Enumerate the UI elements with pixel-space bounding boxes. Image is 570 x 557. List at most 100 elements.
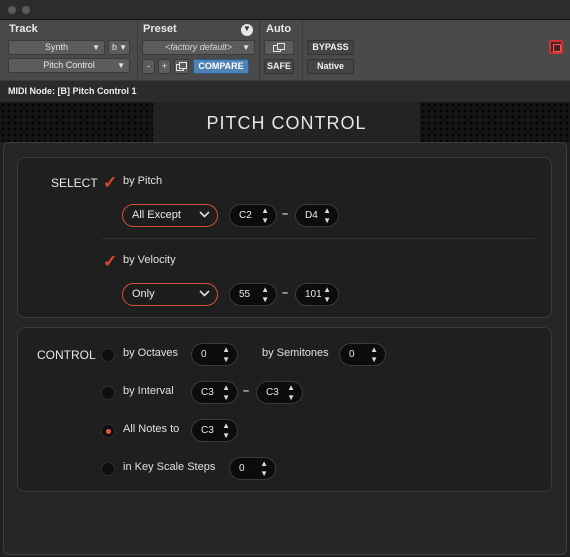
control-group: CONTROL by Octaves 0 ▲ ▼ by Semitones 0 ▲… [17, 327, 552, 492]
pitch-mode-dropdown[interactable]: All Except [122, 204, 218, 227]
window-minimize-light[interactable] [22, 6, 30, 14]
native-button[interactable]: Native [307, 59, 354, 74]
chevron-down-icon [199, 205, 210, 225]
range-dash: – [282, 287, 289, 299]
window-close-light[interactable] [8, 6, 16, 14]
stepper-arrows-icon[interactable]: ▲ ▼ [222, 382, 230, 403]
range-dash: – [282, 208, 289, 220]
auto-label: Auto [266, 23, 292, 35]
copy-settings-button[interactable] [174, 59, 189, 74]
by-interval-radio[interactable] [101, 386, 115, 400]
preset-label: Preset [143, 23, 177, 35]
header-divider [137, 20, 138, 80]
velocity-mode-dropdown[interactable]: Only [122, 283, 218, 306]
pitch-high-stepper[interactable]: D4 ▲ ▼ [295, 204, 339, 227]
plugin-close-button[interactable] [549, 40, 563, 54]
track-channel: b [112, 42, 118, 52]
track-label: Track [9, 23, 38, 35]
octaves-stepper[interactable]: 0 ▲ ▼ [191, 343, 238, 366]
stepper-arrows-icon[interactable]: ▲ ▼ [222, 420, 230, 441]
track-name: Synth [44, 42, 68, 52]
velocity-low-stepper[interactable]: 55 ▲ ▼ [229, 283, 277, 306]
link-icon [273, 43, 285, 52]
chevron-down-icon: ▼ [242, 43, 250, 52]
header-divider [302, 20, 303, 80]
key-scale-steps-radio[interactable] [101, 462, 115, 476]
all-notes-value: C3 [201, 425, 214, 436]
speaker-grille-left [0, 102, 153, 142]
semitones-value: 0 [349, 349, 355, 360]
by-semitones-label: by Semitones [262, 347, 329, 359]
key-scale-stepper[interactable]: 0 ▲ ▼ [229, 457, 276, 480]
bypass-button[interactable]: BYPASS [307, 40, 354, 55]
chevron-down-icon: ▼ [243, 24, 251, 33]
chevron-down-icon [199, 284, 210, 304]
octaves-value: 0 [201, 349, 207, 360]
stepper-arrows-icon[interactable]: ▲ ▼ [260, 458, 268, 479]
stepper-arrows-icon[interactable]: ▲ ▼ [287, 382, 295, 403]
header-divider [259, 20, 260, 80]
velocity-high-value: 101 [305, 289, 322, 300]
copy-icon [176, 62, 187, 71]
plugin-header: Track Preset Auto ▼ Synth ▼ b ▼ Pitch Co… [0, 20, 570, 80]
pitch-low-value: C2 [239, 210, 252, 221]
key-scale-value: 0 [239, 463, 245, 474]
all-notes-to-radio[interactable] [101, 424, 115, 438]
safe-button[interactable]: SAFE [264, 59, 294, 74]
window-titlebar [0, 0, 570, 20]
pitch-mode-value: All Except [132, 209, 181, 221]
preset-selector[interactable]: <factory default> ▼ [142, 40, 255, 55]
insert-name: Pitch Control [43, 60, 95, 70]
preset-minus-button[interactable]: - [142, 59, 155, 74]
select-group: SELECT ✓ by Pitch All Except C2 ▲ ▼ – D4 … [17, 157, 552, 318]
all-notes-to-label: All Notes to [123, 423, 180, 435]
by-velocity-label: by Velocity [123, 254, 176, 266]
stepper-arrows-icon[interactable]: ▲ ▼ [261, 284, 269, 305]
key-scale-steps-label: in Key Scale Steps [123, 461, 216, 473]
midi-node-label: MIDI Node: [B] Pitch Control 1 [8, 86, 137, 96]
interval-to-stepper[interactable]: C3 ▲ ▼ [256, 381, 303, 404]
automation-button[interactable] [264, 40, 294, 55]
select-label: SELECT [51, 176, 98, 190]
interval-to-value: C3 [266, 387, 279, 398]
by-octaves-radio[interactable] [101, 348, 115, 362]
pitch-low-stepper[interactable]: C2 ▲ ▼ [229, 204, 277, 227]
by-interval-label: by Interval [123, 385, 174, 397]
track-channel-selector[interactable]: b ▼ [108, 40, 130, 55]
track-selector[interactable]: Synth ▼ [8, 40, 105, 55]
all-notes-stepper[interactable]: C3 ▲ ▼ [191, 419, 238, 442]
by-pitch-label: by Pitch [123, 175, 163, 187]
interval-from-value: C3 [201, 387, 214, 398]
by-octaves-label: by Octaves [123, 347, 179, 359]
preset-menu-button[interactable]: ▼ [241, 24, 253, 36]
velocity-high-stepper[interactable]: 101 ▲ ▼ [295, 283, 339, 306]
chevron-down-icon: ▼ [119, 43, 127, 52]
main-panel: SELECT ✓ by Pitch All Except C2 ▲ ▼ – D4 … [3, 142, 567, 555]
control-label: CONTROL [37, 348, 96, 362]
by-pitch-checkbox[interactable]: ✓ [103, 174, 117, 191]
group-divider [102, 238, 535, 239]
speaker-grille-right [420, 102, 570, 142]
stepper-arrows-icon[interactable]: ▲ ▼ [222, 344, 230, 365]
compare-button[interactable]: COMPARE [193, 59, 249, 74]
stepper-arrows-icon[interactable]: ▲ ▼ [323, 205, 331, 226]
preset-name: <factory default> [164, 42, 233, 52]
semitones-stepper[interactable]: 0 ▲ ▼ [339, 343, 386, 366]
interval-from-stepper[interactable]: C3 ▲ ▼ [191, 381, 238, 404]
stepper-arrows-icon[interactable]: ▲ ▼ [370, 344, 378, 365]
stepper-arrows-icon[interactable]: ▲ ▼ [261, 205, 269, 226]
velocity-mode-value: Only [132, 288, 155, 300]
by-velocity-checkbox[interactable]: ✓ [103, 253, 117, 270]
chevron-down-icon: ▼ [117, 61, 125, 70]
plugin-body: PITCH CONTROL SELECT ✓ by Pitch All Exce… [0, 102, 570, 557]
range-dash: – [243, 385, 250, 397]
insert-selector[interactable]: Pitch Control ▼ [8, 58, 130, 73]
midi-node-bar: MIDI Node: [B] Pitch Control 1 [0, 80, 570, 102]
title-tab: PITCH CONTROL [153, 102, 420, 142]
preset-plus-button[interactable]: + [158, 59, 171, 74]
chevron-down-icon: ▼ [92, 43, 100, 52]
velocity-low-value: 55 [239, 289, 251, 300]
pitch-high-value: D4 [305, 210, 318, 221]
plugin-title: PITCH CONTROL [206, 113, 367, 133]
stepper-arrows-icon[interactable]: ▲ ▼ [323, 284, 331, 305]
